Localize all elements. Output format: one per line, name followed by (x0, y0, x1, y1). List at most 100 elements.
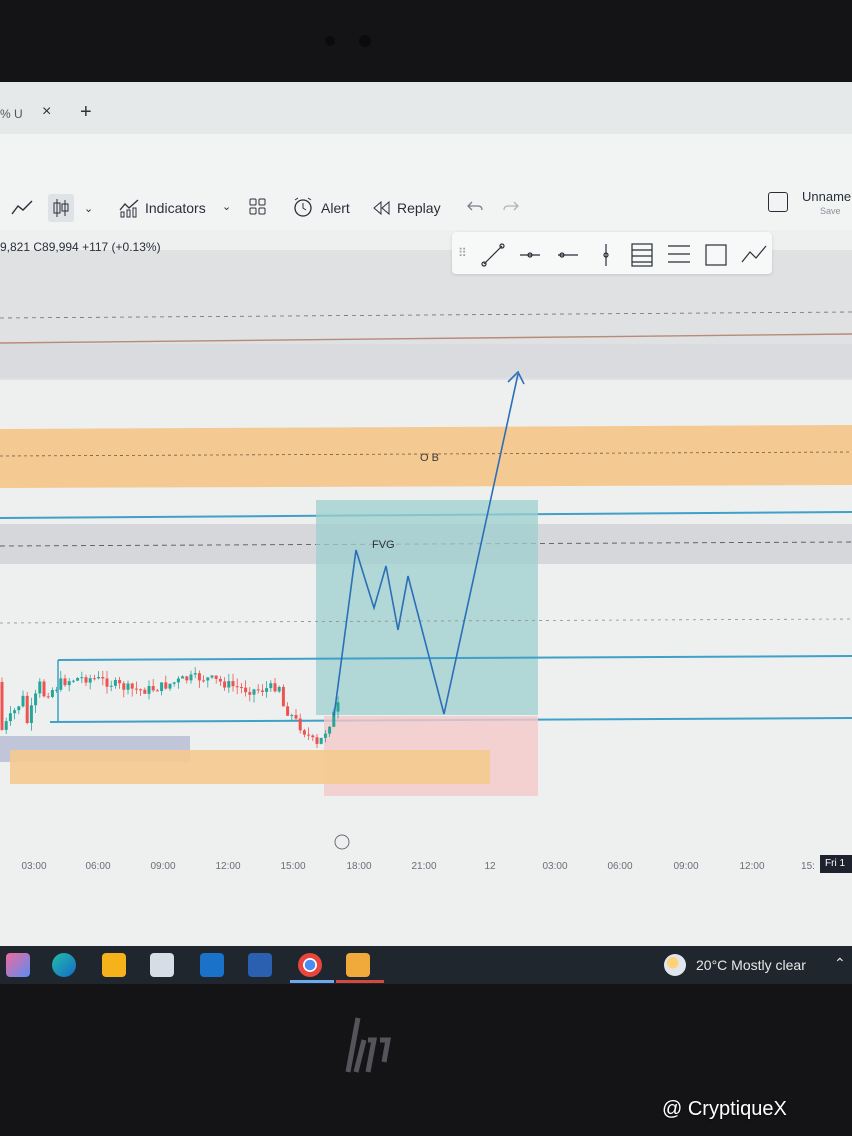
candle-body (302, 730, 306, 735)
drawing-toolbar: ⠿ (452, 232, 772, 274)
fvg-box[interactable] (316, 500, 538, 715)
candle-body (134, 688, 138, 690)
time-axis-label: 12 (484, 861, 496, 872)
screen: % U × + ⌄ Indicators ⌄ Alert Replay Unna… (0, 82, 852, 946)
candle-body (197, 673, 201, 681)
candle-body (29, 705, 33, 724)
weather-text[interactable]: 20°C Mostly clear (696, 957, 806, 973)
candle-body (126, 683, 130, 690)
fvg-label: FVG (372, 539, 395, 551)
candle-body (227, 681, 231, 688)
candle-body (239, 687, 243, 689)
candle-body (193, 673, 197, 675)
word-icon[interactable] (248, 953, 272, 977)
candle-body (328, 726, 332, 734)
time-cursor-badge: Fri 1 (820, 855, 852, 873)
candle-body (105, 678, 109, 687)
candle-body (80, 677, 84, 679)
candle-body (265, 688, 269, 692)
candle-body (252, 689, 256, 695)
file-explorer-icon[interactable] (102, 953, 126, 977)
time-axis-label: 12:00 (739, 861, 764, 872)
candle-body (59, 678, 63, 690)
candle-body (151, 686, 155, 691)
candle-body (319, 737, 323, 744)
candle-body (21, 695, 25, 707)
candle-body (260, 690, 264, 692)
candle-body (101, 677, 105, 679)
candle-body (290, 715, 294, 717)
ohlc-readout: 9,821 C89,994 +117 (+0.13%) (0, 240, 161, 254)
store-icon[interactable] (150, 953, 174, 977)
go-to-realtime-icon[interactable] (334, 834, 350, 850)
chrome-active-indicator (290, 980, 334, 983)
candle-body (50, 690, 54, 697)
candle-body (315, 737, 319, 744)
candles (0, 667, 340, 748)
candle-body (214, 675, 218, 679)
candle-body (336, 702, 340, 712)
candle-body (17, 706, 21, 711)
hp-logo (344, 1010, 404, 1080)
candle-body (8, 713, 12, 722)
candle-body (168, 683, 172, 689)
time-axis: 03:00 06:00 09:00 12:00 15:00 18:00 21:00 12 03:… (21, 834, 815, 872)
candle-body (130, 683, 134, 689)
order-block-label: O B (420, 452, 439, 464)
candle-body (88, 678, 92, 683)
candle-body (118, 680, 122, 684)
candle-body (298, 718, 302, 731)
candle-body (0, 682, 4, 730)
edge-icon[interactable] (52, 953, 76, 977)
candle-body (155, 690, 159, 692)
candle-body (63, 678, 67, 686)
time-axis-label: 15: (801, 861, 815, 872)
candle-body (84, 677, 88, 683)
candle-body (92, 678, 96, 680)
time-axis-label: 12:00 (215, 861, 240, 872)
time-axis-label: 09:00 (150, 861, 175, 872)
chevron-up-icon[interactable]: ⌃ (834, 955, 846, 972)
outlook-icon[interactable] (200, 953, 224, 977)
candle-body (181, 676, 185, 679)
time-axis-label: 06:00 (607, 861, 632, 872)
candle-body (311, 735, 315, 738)
candle-body (323, 733, 327, 738)
candle-body (143, 689, 147, 694)
time-axis-label: 06:00 (85, 861, 110, 872)
time-axis-label: 21:00 (411, 861, 436, 872)
candle-body (38, 681, 42, 694)
candle-body (97, 677, 101, 679)
candle-body (202, 680, 206, 682)
time-axis-label: 03:00 (542, 861, 567, 872)
app-active-indicator (336, 980, 384, 983)
app-icon[interactable] (346, 953, 370, 977)
candle-body (139, 689, 143, 691)
candle-body (235, 686, 239, 688)
candle-body (286, 706, 290, 716)
weather-icon (664, 954, 686, 976)
candle-body (269, 683, 273, 689)
time-axis-label: 03:00 (21, 861, 46, 872)
candle-body (113, 680, 117, 686)
demand-zone[interactable] (10, 750, 490, 784)
candle-body (206, 677, 210, 681)
candle-body (244, 687, 248, 693)
candle-body (248, 692, 252, 695)
candle-body (71, 680, 75, 682)
gray-zone (0, 344, 852, 378)
candle-body (273, 683, 277, 692)
watermark: @ CryptiqueX (662, 1098, 787, 1120)
candle-body (67, 681, 71, 686)
candle-body (122, 683, 126, 690)
candle-body (223, 681, 227, 688)
copilot-icon[interactable] (6, 953, 30, 977)
candle-body (42, 681, 46, 697)
candle-body (172, 682, 176, 684)
candle-body (277, 686, 281, 692)
candle-body (176, 678, 180, 683)
candle-body (25, 695, 29, 724)
candle-body (185, 676, 189, 681)
chrome-icon[interactable] (298, 953, 322, 977)
price-chart[interactable]: O B FVG 03:00 06:00 09:00 12:00 15:00 18:00 21… (0, 82, 852, 946)
